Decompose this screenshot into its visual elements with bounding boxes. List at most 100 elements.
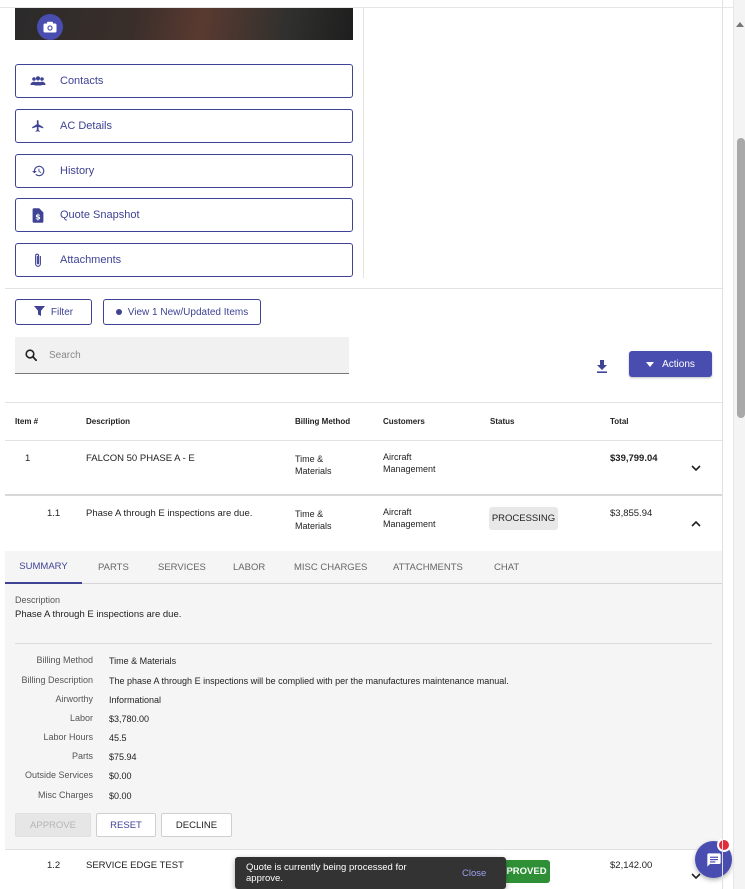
tab-summary[interactable]: SUMMARY bbox=[5, 551, 82, 584]
history-button[interactable]: History bbox=[15, 154, 353, 188]
receipt-dollar-icon: $ bbox=[16, 207, 60, 223]
actions-button[interactable]: Actions bbox=[629, 351, 712, 377]
top-edge bbox=[0, 0, 733, 8]
row-description: FALCON 50 PHASE A - E bbox=[86, 453, 195, 464]
search-input[interactable] bbox=[49, 349, 319, 361]
caret-down-icon bbox=[646, 359, 655, 370]
scroll-up-icon[interactable] bbox=[736, 22, 744, 27]
people-icon bbox=[16, 76, 60, 86]
notification-badge bbox=[717, 838, 731, 852]
reset-button[interactable]: RESET bbox=[96, 813, 156, 837]
row-item-number: 1.2 bbox=[47, 860, 61, 871]
row-description: SERVICE EDGE TEST bbox=[86, 860, 184, 871]
billing-method-value: Time & Materials bbox=[109, 656, 177, 666]
column-divider bbox=[363, 8, 364, 278]
scroll-thumb[interactable] bbox=[737, 138, 745, 418]
billing-description-label: Billing Description bbox=[21, 675, 93, 685]
header-description: Description bbox=[86, 417, 131, 426]
row-total: $3,855.94 bbox=[610, 508, 653, 519]
quote-snapshot-label: Quote Snapshot bbox=[60, 209, 140, 221]
snackbar-close-button[interactable]: Close bbox=[462, 868, 486, 879]
download-icon[interactable] bbox=[596, 360, 608, 376]
chat-icon bbox=[706, 852, 722, 868]
approve-button[interactable]: APPROVE bbox=[15, 813, 91, 837]
actions-label: Actions bbox=[662, 358, 695, 370]
header-total: Total bbox=[610, 417, 629, 426]
tab-labor[interactable]: LABOR bbox=[233, 551, 265, 584]
labor-value: $3,780.00 bbox=[109, 714, 150, 724]
chevron-up-icon[interactable] bbox=[691, 518, 701, 530]
row-item-number: 1.1 bbox=[47, 508, 61, 519]
header-item: Item # bbox=[15, 417, 39, 426]
row-billing-method: Time & Materials bbox=[295, 509, 332, 531]
filter-icon bbox=[33, 305, 45, 319]
labor-hours-label: Labor Hours bbox=[43, 732, 93, 742]
row-divider bbox=[5, 494, 722, 496]
row-item-number: 1 bbox=[25, 453, 31, 464]
contacts-label: Contacts bbox=[60, 75, 104, 87]
misc-charges-value: $0.00 bbox=[109, 791, 132, 801]
ac-details-button[interactable]: AC Details bbox=[15, 109, 353, 143]
tab-services[interactable]: SERVICES bbox=[158, 551, 206, 584]
status-badge: PROCESSING bbox=[489, 507, 558, 530]
search-box bbox=[15, 337, 349, 374]
misc-charges-label: Misc Charges bbox=[37, 790, 93, 800]
status-badge: PROVED bbox=[503, 860, 550, 883]
description-value: Phase A through E inspections are due. bbox=[15, 609, 182, 620]
snackbar-message: Quote is currently being processed for a… bbox=[246, 862, 407, 884]
chevron-down-icon[interactable] bbox=[691, 463, 701, 475]
labor-hours-value: 45.5 bbox=[109, 733, 127, 743]
detail-tabs: SUMMARY PARTS SERVICES LABOR MISC CHARGE… bbox=[5, 551, 722, 584]
paperclip-icon bbox=[16, 253, 60, 268]
history-icon bbox=[16, 164, 60, 178]
description-label: Description bbox=[15, 595, 61, 605]
parts-value: $75.94 bbox=[109, 752, 137, 762]
aircraft-photo bbox=[15, 8, 353, 40]
parts-label: Parts bbox=[71, 751, 93, 761]
header-billing-method: Billing Method bbox=[295, 417, 351, 426]
filter-label: Filter bbox=[50, 306, 74, 318]
airworthy-value: Informational bbox=[109, 695, 162, 705]
tab-chat[interactable]: CHAT bbox=[494, 551, 519, 584]
svg-text:$: $ bbox=[35, 212, 40, 221]
outside-services-label: Outside Services bbox=[24, 770, 93, 780]
contacts-button[interactable]: Contacts bbox=[15, 64, 353, 98]
row-total: $39,799.04 bbox=[610, 453, 658, 464]
panel-border bbox=[722, 0, 723, 889]
ac-details-label: AC Details bbox=[60, 120, 112, 132]
row-billing-method: Time & Materials bbox=[295, 454, 332, 476]
search-icon bbox=[25, 349, 37, 361]
quote-detail-page: Contacts AC Details History $ Quote Snap… bbox=[0, 0, 745, 889]
camera-icon[interactable] bbox=[37, 14, 63, 40]
header-status: Status bbox=[490, 417, 515, 426]
tab-misc-charges[interactable]: MISC CHARGES bbox=[294, 551, 367, 584]
labor-label: Labor bbox=[69, 713, 93, 723]
history-label: History bbox=[60, 165, 95, 177]
filter-button[interactable]: Filter bbox=[15, 299, 92, 325]
chevron-down-icon[interactable] bbox=[691, 871, 701, 883]
billing-description-value: The phase A through E inspections will b… bbox=[109, 676, 509, 686]
view-updated-items-button[interactable]: View 1 New/Updated Items bbox=[103, 299, 261, 325]
airworthy-label: Airworthy bbox=[55, 694, 93, 704]
row-customer: Aircraft Management bbox=[383, 507, 436, 529]
outside-services-value: $0.00 bbox=[109, 771, 132, 781]
section-divider bbox=[5, 288, 722, 289]
decline-button[interactable]: DECLINE bbox=[161, 813, 232, 837]
header-divider bbox=[5, 440, 722, 441]
attachments-label: Attachments bbox=[60, 254, 122, 266]
row-total: $2,142.00 bbox=[610, 860, 653, 871]
table-top-divider bbox=[5, 402, 722, 403]
attachments-button[interactable]: Attachments bbox=[15, 243, 353, 277]
summary-divider bbox=[15, 643, 712, 644]
billing-method-label: Billing Method bbox=[36, 655, 93, 665]
row-divider bbox=[5, 849, 722, 850]
dot-icon bbox=[115, 309, 122, 315]
tab-parts[interactable]: PARTS bbox=[98, 551, 129, 584]
quote-snapshot-button[interactable]: $ Quote Snapshot bbox=[15, 198, 353, 232]
scrollbar[interactable] bbox=[733, 0, 745, 889]
snackbar: Quote is currently being processed for a… bbox=[235, 857, 506, 889]
header-customers: Customers bbox=[383, 417, 425, 426]
airplane-icon bbox=[16, 119, 60, 133]
row-description: Phase A through E inspections are due. bbox=[86, 508, 253, 519]
tab-attachments[interactable]: ATTACHMENTS bbox=[393, 551, 463, 584]
